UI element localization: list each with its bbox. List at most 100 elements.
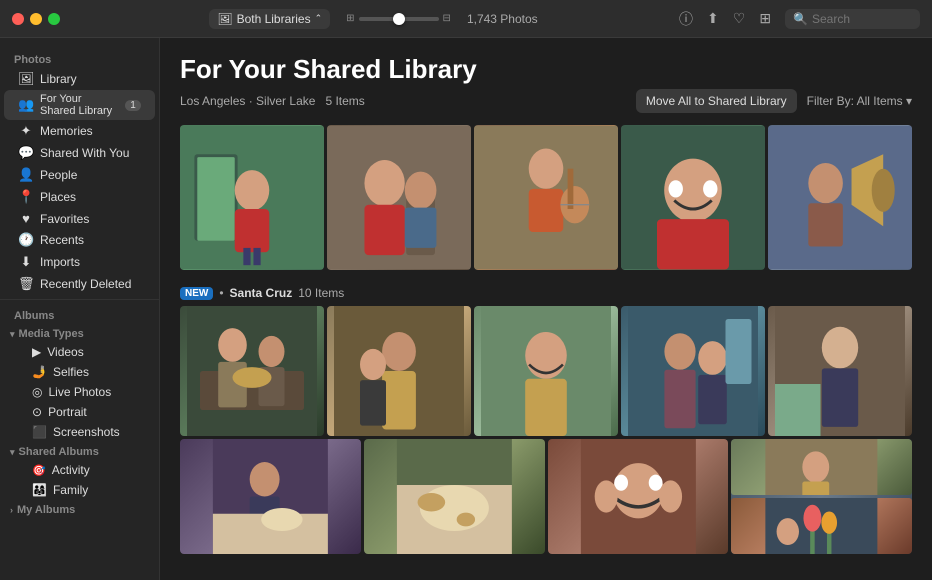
photo-cell[interactable] (731, 439, 912, 554)
sidebar-item-memories[interactable]: ✦ Memories (4, 120, 155, 142)
photo-cell[interactable] (731, 439, 912, 495)
sidebar-item-family[interactable]: 👨‍👩‍👧 Family (4, 480, 155, 500)
sidebar-item-shared-with-you[interactable]: 💬 Shared With You (4, 142, 155, 164)
shared-albums-group[interactable]: ▾ Shared Albums (0, 442, 159, 460)
sidebar-item-favorites[interactable]: ♥ Favorites (4, 208, 155, 229)
los-angeles-section (180, 125, 912, 270)
photo-cell[interactable] (180, 439, 361, 554)
sidebar-item-people[interactable]: 👤 People (4, 164, 155, 186)
sidebar: Photos 🖼 Library 👥 For Your Shared Libra… (0, 38, 160, 580)
sidebar-item-library[interactable]: 🖼 Library (4, 68, 155, 90)
recents-icon: 🕐 (18, 232, 34, 248)
filter-selector[interactable]: Filter By: All Items ▾ (807, 94, 912, 108)
photo-cell[interactable] (364, 439, 545, 554)
photo-cell[interactable] (180, 125, 324, 270)
sidebar-item-label: Activity (52, 463, 90, 477)
section-label: NEW • Santa Cruz 10 Items (180, 286, 912, 300)
sidebar-item-label: Places (40, 190, 76, 204)
sidebar-item-label: Favorites (40, 212, 89, 226)
photo-cell[interactable] (768, 306, 912, 436)
library-picker[interactable]: 🖼 Both Libraries ⌃ (209, 9, 330, 29)
chevron-down-icon: ▾ (10, 447, 15, 458)
content-header: For Your Shared Library Los Angeles · Si… (180, 54, 912, 113)
photo-cell[interactable] (474, 125, 618, 270)
selfies-icon: 🤳 (32, 365, 47, 379)
sidebar-item-label: Selfies (53, 365, 89, 379)
sidebar-divider (0, 299, 159, 300)
photo-cell[interactable] (327, 125, 471, 270)
thumbnail-size-slider[interactable] (359, 17, 439, 21)
heart-icon[interactable]: ♡ (733, 10, 746, 27)
sidebar-item-selfies[interactable]: 🤳 Selfies (4, 362, 155, 382)
search-bar[interactable]: 🔍 (785, 9, 920, 29)
titlebar-center: 🖼 Both Libraries ⌃ ⊞ ⊟ 1,743 Photos (76, 9, 671, 29)
sidebar-item-live-photos[interactable]: ◎ Live Photos (4, 382, 155, 402)
sidebar-item-label: Imports (40, 255, 80, 269)
sidebar-item-activity[interactable]: 🎯 Activity (4, 460, 155, 480)
memories-icon: ✦ (18, 123, 34, 139)
move-all-button[interactable]: Move All to Shared Library (636, 89, 797, 113)
chevron-down-icon: ▾ (10, 329, 15, 340)
photo-grid-los-angeles (180, 125, 912, 270)
sidebar-item-label: Live Photos (48, 385, 111, 399)
my-albums-group[interactable]: › My Albums (0, 500, 159, 518)
add-to-album-icon[interactable]: ⊞ (759, 10, 771, 27)
photo-cell[interactable] (621, 306, 765, 436)
favorites-icon: ♥ (18, 211, 34, 226)
library-icon: 🖼 (18, 71, 34, 87)
santa-cruz-section: NEW • Santa Cruz 10 Items (180, 286, 912, 554)
minimize-button[interactable] (30, 13, 42, 25)
imports-icon: ⬇ (18, 254, 34, 270)
location-name: Santa Cruz (230, 286, 293, 300)
sidebar-item-recently-deleted[interactable]: 🗑 Recently Deleted (4, 273, 155, 295)
photo-cell[interactable] (731, 498, 912, 554)
sidebar-item-videos[interactable]: ▶ Videos (4, 342, 155, 362)
family-icon: 👨‍👩‍👧 (32, 483, 47, 497)
sidebar-item-label: For Your Shared Library (40, 93, 119, 117)
titlebar: 🖼 Both Libraries ⌃ ⊞ ⊟ 1,743 Photos ⓘ ⬆ … (0, 0, 932, 38)
activity-icon: 🎯 (32, 464, 46, 477)
sidebar-item-label: People (40, 168, 77, 182)
photo-cell[interactable] (621, 125, 765, 270)
sidebar-item-for-your-shared-library[interactable]: 👥 For Your Shared Library 1 (4, 90, 155, 120)
location-text: Los Angeles · Silver Lake (180, 94, 315, 108)
photo-cell[interactable] (548, 439, 729, 554)
bullet: • (219, 286, 223, 300)
media-types-group[interactable]: ▾ Media Types (0, 324, 159, 342)
badge: 1 (125, 100, 141, 111)
live-photos-icon: ◎ (32, 385, 42, 399)
sidebar-item-label: Shared With You (40, 146, 129, 160)
sidebar-item-label: Portrait (48, 405, 87, 419)
thumbnail-size-slider-container: ⊞ ⊟ (346, 13, 451, 24)
new-badge: NEW (180, 287, 213, 300)
photo-cell[interactable] (180, 306, 324, 436)
albums-section-title: Albums (0, 304, 159, 324)
library-icon: 🖼 (217, 12, 232, 26)
sidebar-item-places[interactable]: 📍 Places (4, 186, 155, 208)
sidebar-item-portrait[interactable]: ⊙ Portrait (4, 402, 155, 422)
sidebar-item-label: Family (53, 483, 88, 497)
sidebar-item-screenshots[interactable]: ⬛ Screenshots (4, 422, 155, 442)
share-icon[interactable]: ⬆ (707, 10, 719, 27)
close-button[interactable] (12, 13, 24, 25)
item-count: 10 Items (298, 286, 344, 300)
photo-cell[interactable] (474, 306, 618, 436)
sidebar-item-label: Library (40, 72, 77, 86)
fullscreen-button[interactable] (48, 13, 60, 25)
photo-cell[interactable] (768, 125, 912, 270)
sidebar-item-label: Recently Deleted (40, 277, 131, 291)
sidebar-item-recents[interactable]: 🕐 Recents (4, 229, 155, 251)
sidebar-item-imports[interactable]: ⬇ Imports (4, 251, 155, 273)
photo-cell[interactable] (327, 306, 471, 436)
info-icon[interactable]: ⓘ (679, 9, 693, 29)
trash-icon: 🗑 (18, 276, 34, 292)
grid-large-icon: ⊟ (443, 13, 451, 24)
search-input[interactable] (812, 12, 912, 26)
photo-count: 1,743 Photos (467, 12, 538, 26)
search-icon: 🔍 (793, 12, 808, 26)
portrait-icon: ⊙ (32, 405, 42, 419)
library-picker-label: Both Libraries (237, 12, 311, 26)
content-subtitle: Los Angeles · Silver Lake 5 Items (180, 94, 365, 108)
content-area: For Your Shared Library Los Angeles · Si… (160, 38, 932, 580)
group-label: Media Types (19, 328, 84, 340)
